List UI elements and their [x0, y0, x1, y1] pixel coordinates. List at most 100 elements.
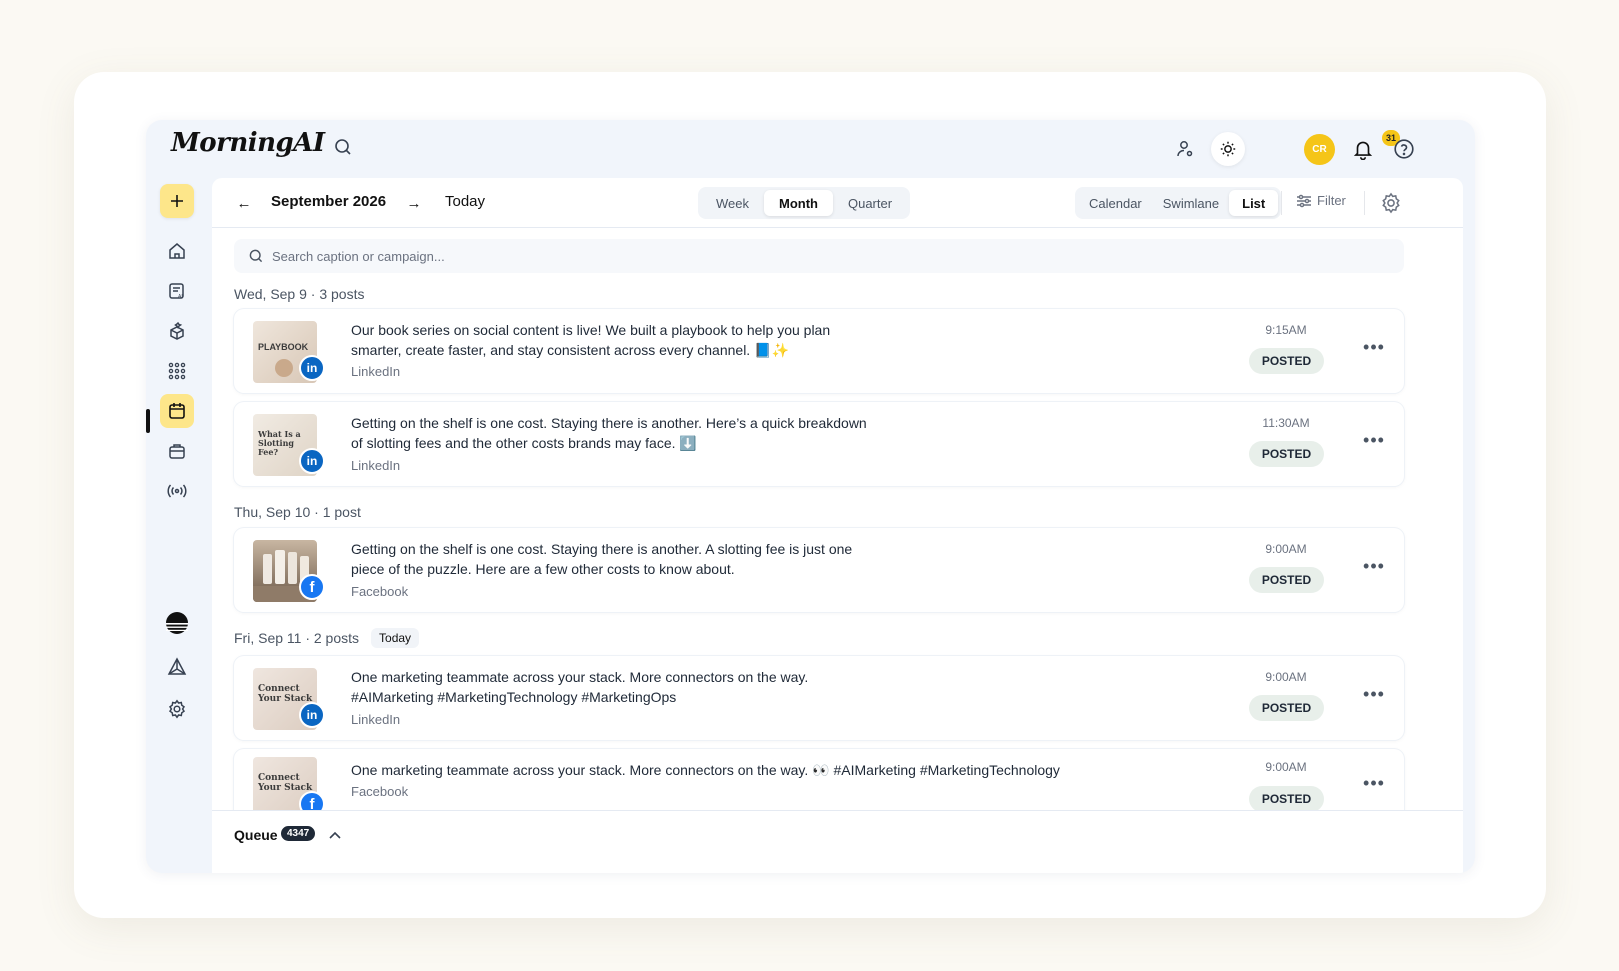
post-caption: One marketing teammate across your stack…: [351, 667, 1111, 707]
tab-calendar[interactable]: Calendar: [1078, 190, 1153, 216]
chevron-up-icon[interactable]: [327, 828, 343, 844]
caption-line: One marketing teammate across your stack…: [351, 762, 1060, 778]
sidebar-item-brand[interactable]: [160, 314, 194, 348]
bell-icon[interactable]: [1346, 132, 1380, 166]
more-options-icon[interactable]: •••: [1362, 684, 1386, 704]
create-button[interactable]: [160, 184, 194, 218]
sidebar-item-calendar[interactable]: [160, 394, 194, 428]
caption-line: smarter, create faster, and stay consist…: [351, 342, 789, 358]
status-badge: POSTED: [1249, 348, 1324, 374]
more-options-icon[interactable]: •••: [1362, 556, 1386, 576]
more-options-icon[interactable]: •••: [1362, 430, 1386, 450]
search-icon: [249, 249, 263, 263]
post-row[interactable]: PLAYBOOK in Our book series on social co…: [234, 309, 1404, 393]
queue-label: Queue: [234, 827, 278, 843]
sidebar-item-apps[interactable]: [160, 354, 194, 388]
queue-count-badge: 4347: [281, 826, 316, 841]
day-header-label: Fri, Sep 11 · 2 posts: [234, 630, 360, 646]
day-header: Fri, Sep 11 · 2 posts Today: [234, 628, 420, 648]
linkedin-icon: in: [299, 448, 325, 474]
caption-line: Getting on the shelf is one cost. Stayin…: [351, 415, 867, 431]
more-options-icon[interactable]: •••: [1362, 337, 1386, 357]
caption-line: One marketing teammate across your stack…: [351, 669, 809, 685]
day-header-label: Wed, Sep 9 · 3 posts: [234, 286, 365, 302]
tab-swimlane[interactable]: Swimlane: [1153, 190, 1229, 216]
day-header: Wed, Sep 9 · 3 posts: [234, 286, 364, 302]
status-badge: POSTED: [1249, 441, 1324, 467]
divider: [1364, 191, 1365, 215]
broadcast-icon: [167, 484, 187, 498]
user-settings-icon[interactable]: [1168, 132, 1202, 166]
day-header: Thu, Sep 10 · 1 post: [234, 504, 361, 520]
caption-line: of slotting fees and the other costs bra…: [351, 435, 697, 451]
sunset-logo-icon: [166, 612, 188, 634]
post-time: 9:15AM: [1265, 323, 1307, 337]
filter-button[interactable]: Filter: [1296, 193, 1346, 208]
sun-icon[interactable]: [1211, 132, 1245, 166]
filter-label: Filter: [1317, 193, 1346, 208]
app-logo[interactable]: MorningAI: [171, 128, 325, 158]
status-badge: POSTED: [1249, 695, 1324, 721]
prev-month-button[interactable]: ←: [234, 193, 254, 213]
caption-line: piece of the puzzle. Here are a few othe…: [351, 561, 735, 577]
plus-icon: [171, 195, 183, 207]
sidebar-item-broadcast[interactable]: [160, 474, 194, 508]
sidebar-item-settings[interactable]: [160, 692, 194, 726]
cube-sparkle-icon: [170, 321, 184, 340]
today-button[interactable]: Today: [445, 193, 485, 210]
calendar-icon: [169, 403, 185, 419]
post-caption: One marketing teammate across your stack…: [351, 760, 1251, 780]
app-window: MorningAI CR 31 AI ← September 2026 → To…: [146, 120, 1475, 873]
sliders-icon: [1297, 194, 1311, 207]
sidebar-item-inbox[interactable]: [160, 434, 194, 468]
thumbnail-text: Connect Your Stack: [258, 773, 313, 793]
briefcase-icon: [169, 444, 185, 459]
post-row[interactable]: Connect Your Stack in One marketing team…: [234, 656, 1404, 740]
post-time: 9:00AM: [1265, 670, 1307, 684]
today-badge: Today: [371, 628, 420, 648]
triangle-icon: [167, 657, 187, 675]
caption-line: #AIMarketing #MarketingTechnology #Marke…: [351, 689, 677, 705]
divider: [1281, 191, 1282, 215]
post-time: 11:30AM: [1262, 416, 1310, 430]
ai-document-icon: AI: [169, 283, 184, 300]
search-icon[interactable]: [333, 137, 353, 157]
tab-month[interactable]: Month: [764, 190, 833, 216]
tab-week[interactable]: Week: [701, 190, 764, 216]
post-time: 9:00AM: [1265, 542, 1307, 556]
thumbnail-text: PLAYBOOK: [258, 342, 309, 352]
post-row[interactable]: f Getting on the shelf is one cost. Stay…: [234, 528, 1404, 612]
search-bar: [234, 239, 1404, 273]
search-input[interactable]: [272, 248, 972, 264]
post-network: Facebook: [351, 784, 409, 799]
facebook-icon: f: [299, 574, 325, 600]
home-icon: [169, 243, 185, 259]
post-caption: Our book series on social content is liv…: [351, 320, 1111, 360]
avatar[interactable]: CR: [1304, 134, 1335, 165]
gear-icon[interactable]: [1380, 192, 1402, 214]
post-caption: Getting on the shelf is one cost. Stayin…: [351, 413, 1111, 453]
sidebar-item-ai-content[interactable]: AI: [160, 274, 194, 308]
next-month-button[interactable]: →: [404, 193, 424, 213]
post-network: LinkedIn: [351, 712, 401, 727]
workspace-logo[interactable]: [160, 606, 194, 640]
tab-list[interactable]: List: [1229, 190, 1279, 216]
post-network: LinkedIn: [351, 458, 401, 473]
sidebar-item-home[interactable]: [160, 234, 194, 268]
post-time: 9:00AM: [1265, 760, 1307, 774]
thumbnail-text: Connect Your Stack: [258, 684, 313, 704]
gear-icon: [168, 699, 186, 719]
more-options-icon[interactable]: •••: [1362, 773, 1386, 793]
caption-line: Our book series on social content is liv…: [351, 322, 831, 338]
tab-quarter[interactable]: Quarter: [833, 190, 907, 216]
status-badge: POSTED: [1249, 786, 1324, 812]
day-header-label: Thu, Sep 10 · 1 post: [234, 504, 361, 520]
queue-bar[interactable]: Queue 4347: [212, 810, 1463, 873]
post-network: LinkedIn: [351, 364, 401, 379]
post-row[interactable]: What Is a Slotting Fee? in Getting on th…: [234, 402, 1404, 486]
post-caption: Getting on the shelf is one cost. Stayin…: [351, 539, 1111, 579]
help-icon[interactable]: [1387, 132, 1421, 166]
svg-text:AI: AI: [178, 294, 183, 300]
sidebar-item-integrations[interactable]: [160, 650, 194, 684]
main-panel: ← September 2026 → Today Week Month Quar…: [212, 178, 1463, 873]
